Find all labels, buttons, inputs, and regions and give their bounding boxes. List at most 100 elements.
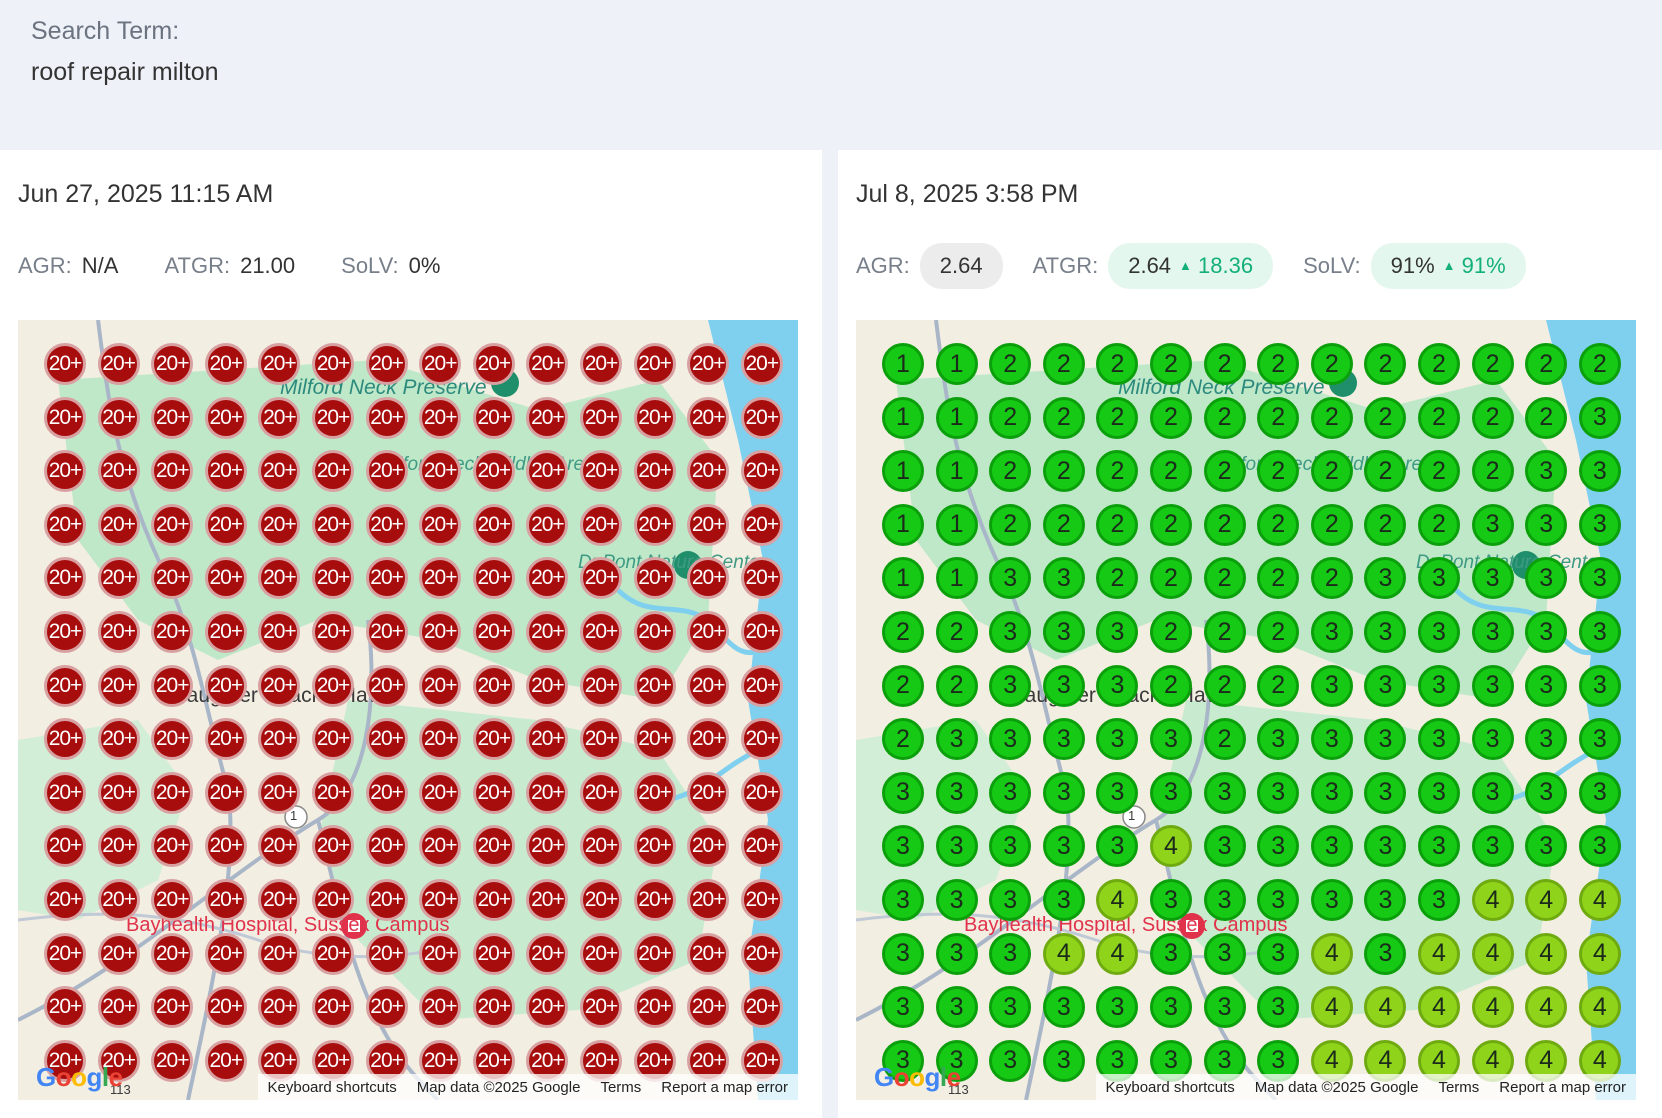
rank-pin[interactable]: 3 bbox=[1578, 503, 1621, 546]
rank-pin[interactable]: 2 bbox=[1203, 450, 1246, 493]
rank-pin[interactable]: 20+ bbox=[472, 986, 515, 1029]
rank-pin[interactable]: 3 bbox=[1310, 611, 1353, 653]
rank-pin[interactable]: 20+ bbox=[526, 396, 569, 439]
rank-pin[interactable]: 3 bbox=[1525, 664, 1568, 707]
rank-pin[interactable]: 20+ bbox=[740, 396, 783, 439]
rank-pin[interactable]: 20+ bbox=[312, 771, 354, 814]
rank-pin[interactable]: 3 bbox=[1310, 664, 1353, 707]
rank-pin[interactable]: 20+ bbox=[633, 718, 676, 761]
rank-pin[interactable]: 20+ bbox=[365, 932, 408, 975]
rank-pin[interactable]: 3 bbox=[1042, 718, 1085, 761]
rank-pin[interactable]: 20+ bbox=[633, 396, 676, 439]
rank-pin[interactable]: 20+ bbox=[44, 879, 86, 921]
rank-pin[interactable]: 4 bbox=[1525, 932, 1568, 975]
rank-pin[interactable]: 3 bbox=[1525, 503, 1568, 546]
rank-pin[interactable]: 20+ bbox=[204, 986, 247, 1029]
rank-pin[interactable]: 20+ bbox=[472, 718, 515, 761]
rank-pin[interactable]: 3 bbox=[1150, 771, 1192, 814]
rank-pin[interactable]: 4 bbox=[1578, 879, 1621, 921]
rank-pin[interactable]: 20+ bbox=[44, 986, 86, 1029]
rank-pin[interactable]: 2 bbox=[1364, 503, 1407, 546]
report-map-error-link[interactable]: Report a map error bbox=[1499, 1079, 1626, 1096]
report-map-error-link[interactable]: Report a map error bbox=[661, 1079, 788, 1096]
rank-pin[interactable]: 20+ bbox=[472, 771, 515, 814]
rank-pin[interactable]: 3 bbox=[1578, 771, 1621, 814]
rank-pin[interactable]: 20+ bbox=[204, 343, 247, 385]
rank-pin[interactable]: 20+ bbox=[365, 503, 408, 546]
rank-pin[interactable]: 20+ bbox=[258, 396, 301, 439]
rank-pin[interactable]: 2 bbox=[1257, 396, 1300, 439]
rank-pin[interactable]: 2 bbox=[989, 343, 1032, 385]
rank-pin[interactable]: 1 bbox=[882, 503, 924, 546]
rank-pin[interactable]: 20+ bbox=[740, 664, 783, 707]
rank-pin[interactable]: 4 bbox=[1310, 932, 1353, 975]
rank-pin[interactable]: 2 bbox=[1042, 503, 1085, 546]
rank-pin[interactable]: 20+ bbox=[472, 611, 515, 653]
rank-pin[interactable]: 20+ bbox=[44, 396, 86, 439]
rank-pin[interactable]: 2 bbox=[1150, 664, 1192, 707]
rank-pin[interactable]: 2 bbox=[1418, 396, 1460, 439]
rank-pin[interactable]: 3 bbox=[1257, 771, 1300, 814]
rank-pin[interactable]: 20+ bbox=[580, 450, 622, 493]
rank-pin[interactable]: 2 bbox=[882, 611, 924, 653]
rank-pin[interactable]: 20+ bbox=[151, 611, 194, 653]
rank-pin[interactable]: 20+ bbox=[419, 611, 462, 653]
rank-pin[interactable]: 20+ bbox=[312, 396, 354, 439]
rank-pin[interactable]: 3 bbox=[1578, 557, 1621, 600]
rank-pin[interactable]: 20+ bbox=[740, 557, 783, 600]
rank-pin[interactable]: 20+ bbox=[258, 503, 301, 546]
rank-pin[interactable]: 2 bbox=[882, 718, 924, 761]
rank-pin[interactable]: 3 bbox=[989, 932, 1032, 975]
rank-pin[interactable]: 2 bbox=[1257, 611, 1300, 653]
rank-pin[interactable]: 20+ bbox=[472, 450, 515, 493]
rank-pin[interactable]: 20+ bbox=[312, 879, 354, 921]
rank-pin[interactable]: 20+ bbox=[472, 396, 515, 439]
rank-pin[interactable]: 3 bbox=[935, 718, 978, 761]
rank-pin[interactable]: 2 bbox=[989, 396, 1032, 439]
rank-pin[interactable]: 2 bbox=[1150, 396, 1192, 439]
rank-pin[interactable]: 20+ bbox=[580, 664, 622, 707]
rank-pin[interactable]: 20+ bbox=[97, 343, 140, 385]
rank-pin[interactable]: 2 bbox=[1257, 664, 1300, 707]
rank-pin[interactable]: 2 bbox=[1096, 396, 1139, 439]
rank-pin[interactable]: 20+ bbox=[365, 986, 408, 1029]
rank-pin[interactable]: 20+ bbox=[740, 986, 783, 1029]
rank-pin[interactable]: 20+ bbox=[419, 932, 462, 975]
rank-pin[interactable]: 20+ bbox=[204, 611, 247, 653]
rank-pin[interactable]: 1 bbox=[935, 343, 978, 385]
rank-pin[interactable]: 20+ bbox=[365, 718, 408, 761]
rank-pin[interactable]: 20+ bbox=[419, 343, 462, 385]
rank-pin[interactable]: 4 bbox=[1578, 986, 1621, 1029]
rank-pin[interactable]: 20+ bbox=[580, 611, 622, 653]
rank-pin[interactable]: 20+ bbox=[151, 664, 194, 707]
rank-pin[interactable]: 3 bbox=[935, 879, 978, 921]
rank-pin[interactable]: 1 bbox=[935, 557, 978, 600]
rank-pin[interactable]: 20+ bbox=[687, 611, 730, 653]
rank-pin[interactable]: 20+ bbox=[365, 771, 408, 814]
rank-pin[interactable]: 20+ bbox=[687, 879, 730, 921]
rank-pin[interactable]: 2 bbox=[1310, 503, 1353, 546]
rank-pin[interactable]: 20+ bbox=[580, 879, 622, 921]
rank-pin[interactable]: 2 bbox=[1203, 557, 1246, 600]
rank-pin[interactable]: 3 bbox=[1042, 771, 1085, 814]
rank-pin[interactable]: 20+ bbox=[151, 396, 194, 439]
rank-pin[interactable]: 3 bbox=[1203, 932, 1246, 975]
rank-pin[interactable]: 20+ bbox=[419, 664, 462, 707]
rank-pin[interactable]: 3 bbox=[989, 879, 1032, 921]
rank-pin[interactable]: 2 bbox=[1042, 450, 1085, 493]
rank-pin[interactable]: 2 bbox=[1310, 450, 1353, 493]
rank-pin[interactable]: 3 bbox=[1471, 825, 1514, 868]
rank-pin[interactable]: 3 bbox=[1150, 986, 1192, 1029]
rank-pin[interactable]: 2 bbox=[935, 611, 978, 653]
rank-pin[interactable]: 1 bbox=[935, 503, 978, 546]
rank-pin[interactable]: 20+ bbox=[44, 450, 86, 493]
rank-pin[interactable]: 20+ bbox=[312, 932, 354, 975]
rank-pin[interactable]: 4 bbox=[1525, 879, 1568, 921]
rank-pin[interactable]: 3 bbox=[1471, 503, 1514, 546]
rank-pin[interactable]: 20+ bbox=[312, 986, 354, 1029]
rank-pin[interactable]: 3 bbox=[1578, 664, 1621, 707]
rank-pin[interactable]: 20+ bbox=[97, 932, 140, 975]
rank-pin[interactable]: 20+ bbox=[687, 664, 730, 707]
rank-pin[interactable]: 20+ bbox=[204, 664, 247, 707]
rank-pin[interactable]: 20+ bbox=[472, 932, 515, 975]
